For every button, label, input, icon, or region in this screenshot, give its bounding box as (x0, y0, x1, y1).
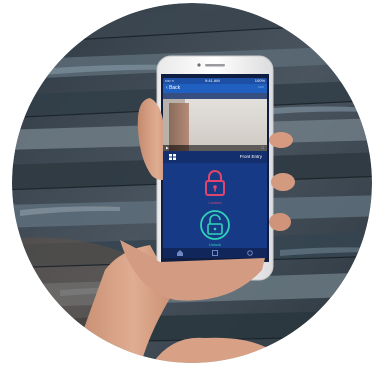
circle-mask-frame (0, 0, 385, 367)
